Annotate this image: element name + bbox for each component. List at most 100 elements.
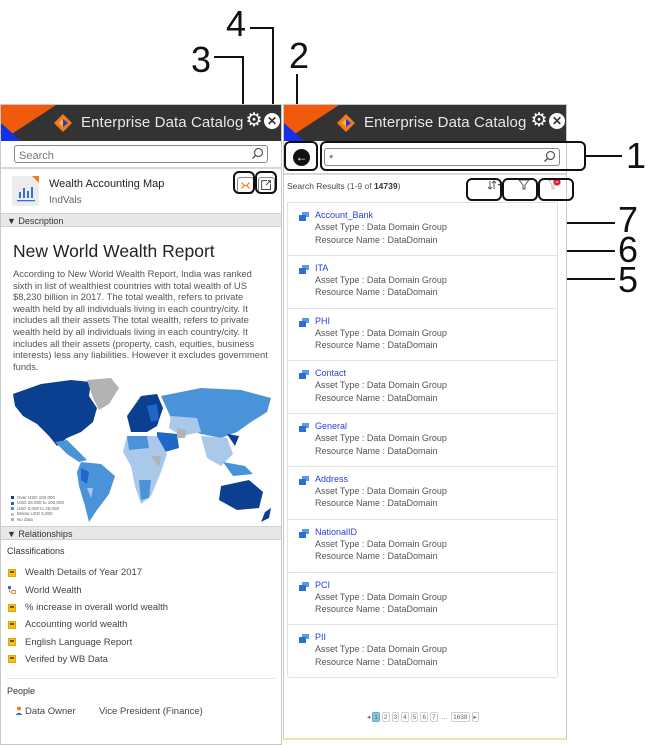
business-term-icon bbox=[8, 620, 16, 629]
data-domain-group-icon bbox=[299, 528, 309, 538]
result-resource-name: Resource Name : DataDomain bbox=[315, 287, 438, 298]
person-role: Data Owner bbox=[25, 706, 76, 718]
results-range: (1-9 of bbox=[347, 181, 374, 191]
search-result-item[interactable]: PCI Asset Type : Data Domain Group Resourc… bbox=[288, 571, 557, 625]
page-button[interactable]: 7 bbox=[430, 712, 438, 722]
result-name-link[interactable]: General bbox=[315, 420, 557, 432]
search-result-item[interactable]: PHI Asset Type : Data Domain Group Resourc… bbox=[288, 307, 557, 361]
map-region-central-america bbox=[55, 440, 87, 463]
app-header: Enterprise Data Catalog ⚙ ✕ bbox=[284, 105, 566, 141]
result-name-link[interactable]: Account_Bank bbox=[315, 209, 557, 221]
callout-3-highlight bbox=[233, 171, 255, 194]
result-asset-type: Asset Type : Data Domain Group bbox=[315, 538, 447, 549]
person-name[interactable]: Vice President (Finance) bbox=[99, 706, 203, 717]
prev-page-button[interactable]: ◂ bbox=[367, 713, 370, 721]
callout-3: 3 bbox=[191, 39, 212, 80]
close-icon[interactable]: ✕ bbox=[549, 113, 565, 129]
callout-5-highlight bbox=[466, 178, 502, 201]
callout-6-highlight bbox=[502, 178, 538, 201]
callout-7-highlight bbox=[538, 178, 574, 201]
result-asset-type: Asset Type : Data Domain Group bbox=[315, 327, 447, 338]
page-button[interactable]: 5 bbox=[410, 712, 419, 722]
callout-1-line-h bbox=[584, 155, 622, 157]
result-resource-name: Resource Name : DataDomain bbox=[315, 656, 438, 667]
data-domain-group-icon bbox=[299, 370, 309, 380]
people-heading: People bbox=[7, 686, 36, 697]
search-result-item[interactable]: ITA Asset Type : Data Domain Group Resourc… bbox=[288, 254, 557, 308]
result-name-link[interactable]: Contact bbox=[315, 367, 557, 379]
gear-icon[interactable]: ⚙ bbox=[245, 111, 263, 130]
relationships-section-toggle[interactable]: ▼ Relationships bbox=[1, 526, 281, 541]
data-domain-group-icon bbox=[299, 423, 309, 433]
map-region-north-america bbox=[13, 380, 97, 447]
callout-2: 2 bbox=[289, 35, 310, 76]
result-name-link[interactable]: PCI bbox=[315, 579, 557, 591]
classifications-heading: Classifications bbox=[7, 546, 65, 557]
result-resource-name: Resource Name : DataDomain bbox=[315, 392, 438, 403]
search-input[interactable] bbox=[15, 148, 267, 164]
callout-1: 1 bbox=[626, 135, 647, 176]
results-list: Account_Bank Asset Type : Data Domain Gro… bbox=[287, 202, 558, 679]
classification-item[interactable]: Verifed by WB Data bbox=[7, 651, 281, 668]
world-wealth-map: Over USD 100,000 USD 25,000 to 100,000 U… bbox=[1, 376, 281, 526]
classification-item[interactable]: World Wealth bbox=[7, 582, 281, 599]
callout-3-line-h bbox=[214, 56, 244, 58]
result-name-link[interactable]: PII bbox=[315, 631, 557, 643]
report-chart-icon bbox=[12, 176, 39, 206]
classification-item[interactable]: Wealth Details of Year 2017 bbox=[7, 564, 281, 581]
page-button[interactable]: 1 bbox=[372, 712, 380, 722]
description-section-toggle[interactable]: ▼ Description bbox=[1, 213, 281, 227]
result-name-link[interactable]: NationalID bbox=[315, 526, 557, 538]
last-page-button[interactable]: 1638 bbox=[451, 712, 470, 722]
category-icon bbox=[8, 586, 16, 595]
asset-resource: IndVals bbox=[49, 195, 82, 206]
result-name-link[interactable]: PHI bbox=[315, 315, 557, 327]
result-name-link[interactable]: Address bbox=[315, 473, 557, 485]
results-label: Search Results bbox=[287, 181, 345, 191]
data-domain-group-icon bbox=[299, 475, 309, 485]
page-button[interactable]: 6 bbox=[420, 712, 429, 722]
search-icon[interactable] bbox=[251, 147, 264, 160]
result-resource-name: Resource Name : DataDomain bbox=[315, 551, 438, 562]
business-term-icon bbox=[8, 568, 16, 577]
result-name-link[interactable]: ITA bbox=[315, 262, 557, 274]
business-term-icon bbox=[8, 638, 16, 647]
informatica-logo-icon bbox=[54, 114, 72, 132]
search-result-item[interactable]: General Asset Type : Data Domain Group Res… bbox=[288, 413, 557, 466]
classification-item[interactable]: English Language Report bbox=[7, 634, 281, 651]
search-result-item[interactable]: Address Asset Type : Data Domain Group Res… bbox=[288, 465, 557, 519]
result-resource-name: Resource Name : DataDomain bbox=[315, 498, 438, 509]
search-result-item[interactable]: NationalID Asset Type : Data Domain Group… bbox=[288, 518, 557, 572]
result-resource-name: Resource Name : DataDomain bbox=[315, 445, 438, 456]
gear-icon[interactable]: ⚙ bbox=[530, 111, 548, 130]
app-title: Enterprise Data Catalog bbox=[81, 114, 244, 131]
callout-4-line-h bbox=[250, 27, 274, 29]
page-button[interactable]: 4 bbox=[401, 712, 409, 722]
data-domain-group-icon bbox=[299, 581, 309, 591]
person-icon bbox=[15, 706, 23, 716]
callout-4: 4 bbox=[226, 3, 247, 44]
data-domain-group-icon bbox=[299, 317, 309, 327]
result-resource-name: Resource Name : DataDomain bbox=[315, 604, 438, 615]
page-button[interactable]: 2 bbox=[381, 712, 390, 722]
callout-5: 5 bbox=[618, 259, 639, 300]
pagination: ◂ 1 2 3 4 5 6 7 ... 1638 ▸ bbox=[367, 712, 479, 722]
search-result-item[interactable]: Account_Bank Asset Type : Data Domain Gro… bbox=[288, 202, 557, 255]
pagination-ellipsis: ... bbox=[441, 713, 448, 721]
person-row: Data Owner Vice President (Finance) bbox=[7, 696, 281, 717]
search-result-item[interactable]: PII Asset Type : Data Domain Group Resourc… bbox=[288, 624, 557, 677]
callout-1-highlight bbox=[320, 141, 586, 171]
search-result-item[interactable]: Contact Asset Type : Data Domain Group Res… bbox=[288, 360, 557, 413]
close-icon[interactable]: ✕ bbox=[264, 113, 280, 129]
page-button[interactable]: 3 bbox=[391, 712, 400, 722]
description-title: New World Wealth Report bbox=[13, 241, 215, 261]
next-page-button[interactable]: ▸ bbox=[471, 712, 479, 722]
business-term-icon bbox=[8, 655, 16, 664]
classification-item[interactable]: Accounting world wealth bbox=[7, 616, 281, 633]
data-domain-group-icon bbox=[299, 212, 309, 221]
asset-name: Wealth Accounting Map bbox=[49, 178, 165, 190]
map-legend: Over USD 100,000 USD 25,000 to 100,000 U… bbox=[11, 495, 64, 523]
brand-stripe-blue bbox=[1, 123, 21, 141]
classification-item[interactable]: % increase in overall world wealth bbox=[7, 599, 281, 616]
result-resource-name: Resource Name : DataDomain bbox=[315, 340, 438, 351]
